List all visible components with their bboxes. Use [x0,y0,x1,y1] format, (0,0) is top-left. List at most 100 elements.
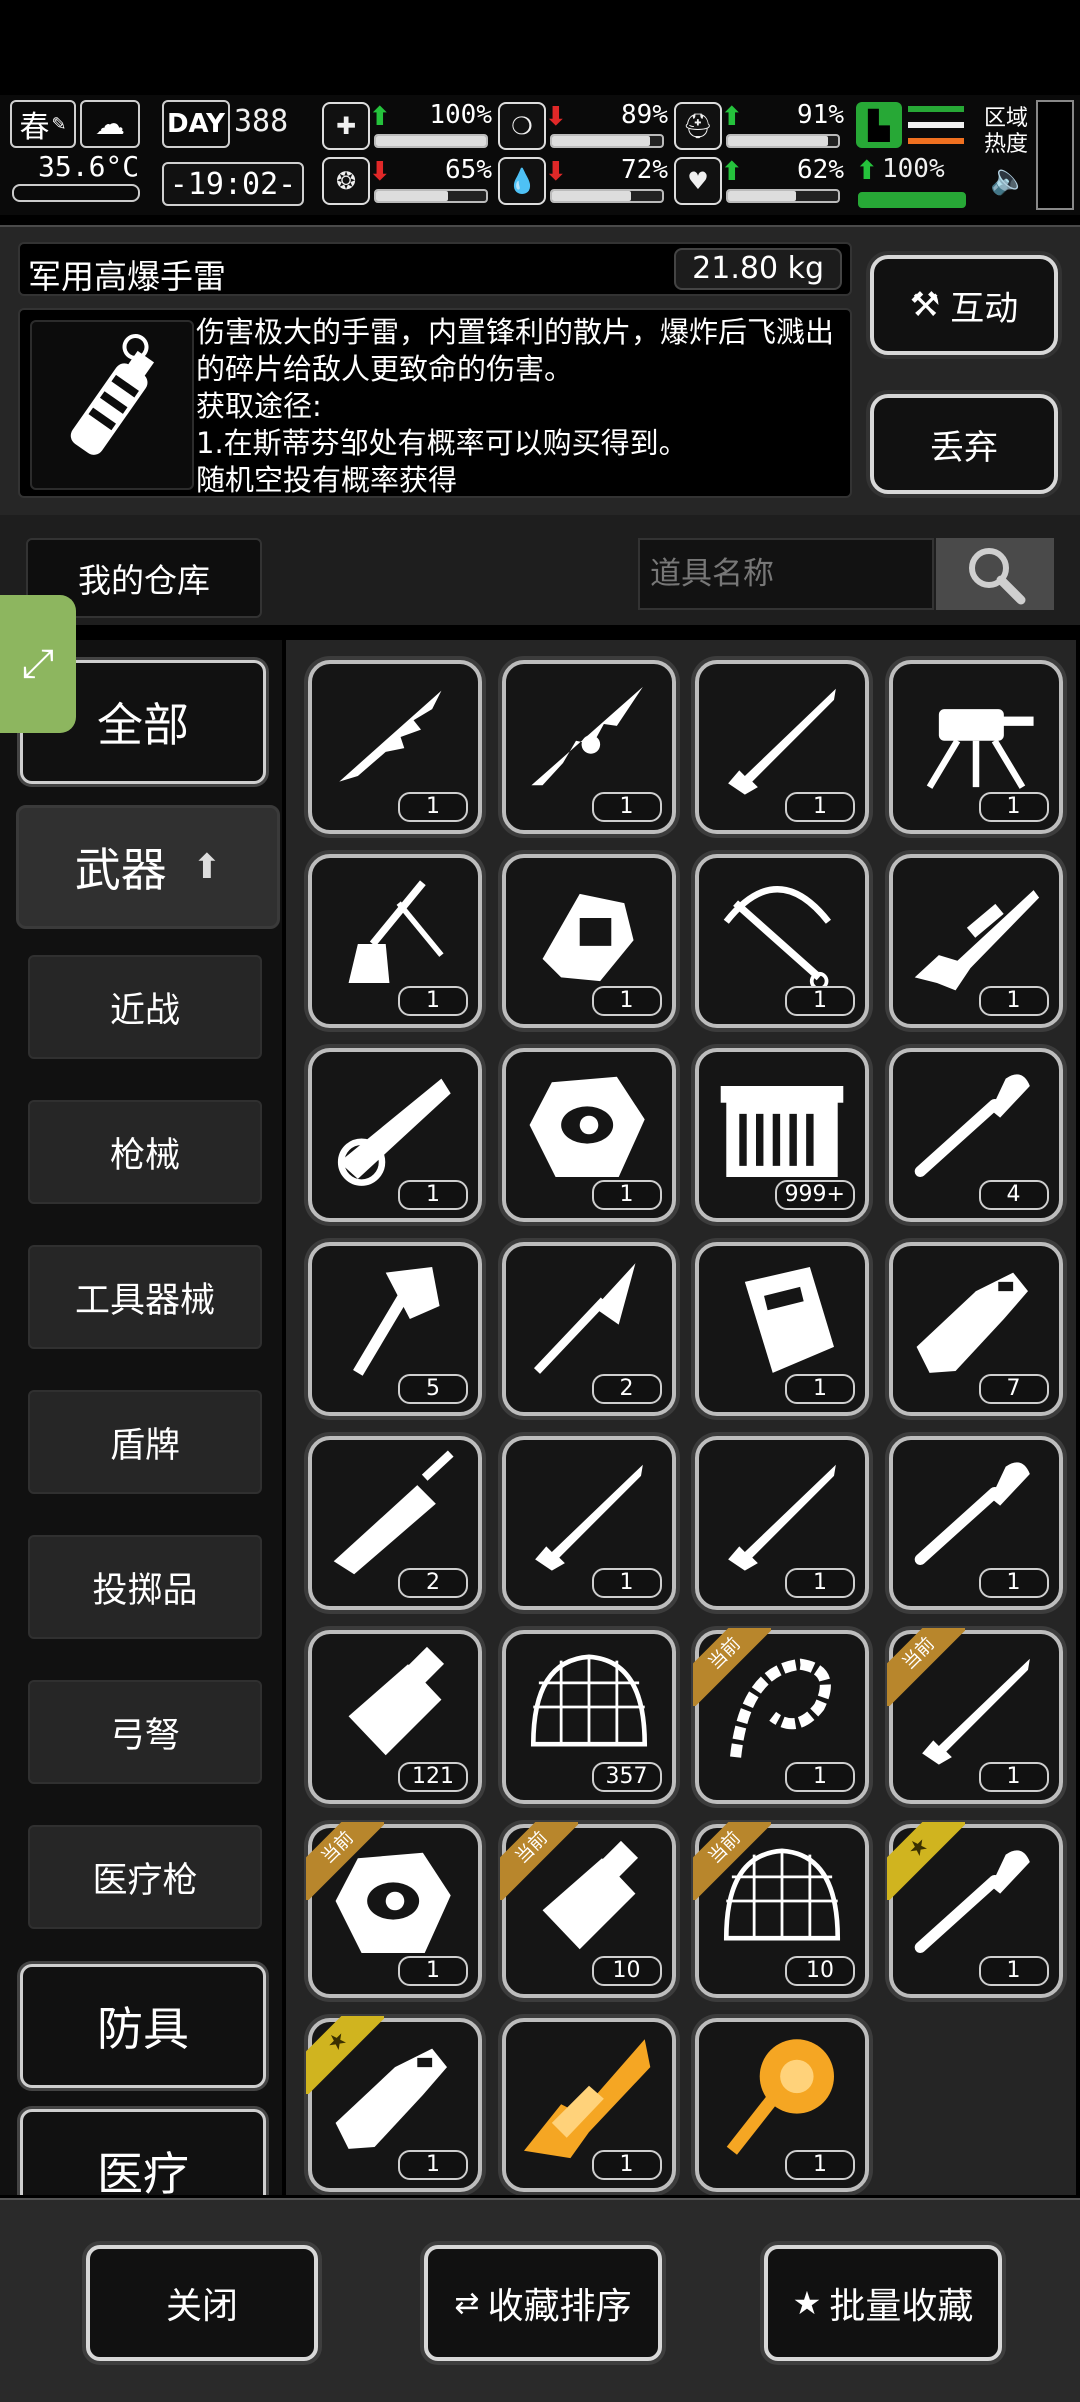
arrow-up-icon: ⬆ [192,847,222,887]
inventory-slot[interactable]: 1 [695,1242,869,1416]
region-heat-label: 区域 热度 [984,106,1029,157]
inventory-slot[interactable]: 1 [695,1436,869,1610]
item-count: 1 [978,1762,1049,1792]
sort-favorites-button[interactable]: ⇄ 收藏排序 [424,2245,662,2361]
category-sub-0[interactable]: 近战 [28,955,262,1059]
interact-button[interactable]: ⚒ 互动 [870,255,1058,355]
weather-cloud-icon: ☁ [80,100,140,148]
inventory-slot[interactable]: 1 [695,660,869,834]
inventory-slot[interactable]: 1 [501,1436,676,1610]
inventory-slot[interactable]: 5 [308,1242,482,1416]
discard-button[interactable]: 丢弃 [870,394,1058,494]
inventory-slot[interactable]: 1 当前 [306,1822,482,1998]
inventory-slot[interactable]: 1 ★ [306,2016,482,2192]
close-button[interactable]: 关闭 [86,2245,318,2361]
stamina-bar-fill [860,194,964,206]
item-description: 伤害极大的手雷，内置锋利的散片，爆炸后飞溅出的碎片给敌人更致命的伤害。 获取途径… [196,315,835,497]
star-icon: ★ [306,2016,384,2094]
inventory-slot[interactable]: 1 [501,2018,676,2192]
item-count: 999+ [774,1180,855,1210]
broad-sword-icon [333,1450,454,1575]
inventory-slot[interactable]: 1 [308,854,482,1028]
category-sub-3[interactable]: 盾牌 [28,1390,262,1494]
item-count: 1 [591,792,662,822]
category-sub-4[interactable]: 投掷品 [28,1535,262,1639]
category-sub-5[interactable]: 弓弩 [28,1680,262,1784]
item-count: 1 [398,2150,468,2180]
inventory-slot[interactable]: 1 当前 [886,1628,1063,1804]
heart-icon: ♥ [674,157,722,205]
inventory-slot[interactable]: 1 [888,1436,1063,1610]
inventory-slot[interactable]: 1 [501,854,676,1028]
item-count: 1 [978,986,1049,1016]
boot-icon: ▙ [856,102,902,148]
current-ribbon: 当前 [306,1822,384,1900]
inventory-slot[interactable]: 1 [308,1048,482,1222]
batch-favorite-button[interactable]: ★ 批量收藏 [764,2245,1002,2361]
item-count: 1 [785,1568,855,1598]
inventory-slot[interactable]: 357 [501,1630,676,1804]
inventory-slot[interactable]: 10 当前 [693,1822,869,1998]
inventory-slot[interactable]: 121 [308,1630,482,1804]
stat-mind: ❂ ⬇ 65% [322,155,492,205]
item-count: 1 [785,2150,855,2180]
category-sub-2[interactable]: 工具器械 [28,1245,262,1349]
inventory-slot[interactable]: 1 [695,854,869,1028]
guitar-axe-icon [348,880,444,983]
day-number: 388 [234,104,289,139]
riot-shield-icon [744,1267,834,1373]
search-input[interactable] [638,538,934,610]
eye-shield-icon [529,1076,645,1177]
stat-value: 100% [429,100,492,130]
item-count: 1 [785,792,855,822]
crossbow-icon [723,886,831,991]
category-sub-6[interactable]: 医疗枪 [28,1825,262,1929]
inventory-slot[interactable]: 1 [695,2018,869,2192]
category-sub-1[interactable]: 枪械 [28,1100,262,1204]
batch-favorite-label: 批量收藏 [829,2286,974,2327]
category-medical[interactable]: 医疗 [20,2109,266,2195]
inventory-slot[interactable]: 1 ★ [886,1822,1063,1998]
inventory-slot[interactable]: 999+ [695,1048,869,1222]
inventory-slot[interactable]: 4 [888,1048,1063,1222]
inventory-slot[interactable]: 1 [888,660,1063,834]
speaker-icon[interactable]: 🔈 [990,162,1027,197]
chainsaw-icon [337,1078,451,1186]
inventory-slot[interactable]: 10 当前 [499,1822,676,1998]
inventory-slot[interactable]: 2 [501,1242,676,1416]
inventory-slot[interactable]: 1 [501,1048,676,1222]
item-count: 5 [398,1374,468,1404]
category-armor[interactable]: 防具 [20,1964,266,2088]
stat-bar [374,189,488,203]
stat-value: 89% [621,100,668,130]
inventory-slot[interactable]: 2 [308,1436,482,1610]
current-ribbon: 当前 [693,1822,771,1900]
inventory-slot[interactable]: 7 [888,1242,1063,1416]
item-name-bar: 军用高爆手雷 21.80 kg [18,242,852,296]
inventory-slot[interactable]: 1 当前 [693,1628,869,1804]
item-count: 1 [785,1374,855,1404]
inventory-slot[interactable]: 1 [501,660,676,834]
inventory-slot[interactable]: 1 [308,660,482,834]
stat-defense: ⛑ ⬆ 91% [674,100,844,150]
inventory-slot[interactable]: 1 [888,854,1063,1028]
interact-label: 互动 [950,288,1019,329]
stat-bar [374,134,488,148]
expand-toggle[interactable]: ⤢ [0,595,76,733]
ornate-spear-icon [530,686,643,786]
search-button[interactable] [936,538,1054,610]
stat-bar-fill [552,191,632,201]
sort-favorites-label: 收藏排序 [487,2286,632,2327]
item-count: 1 [978,792,1049,822]
item-name: 军用高爆手雷 [28,257,226,296]
throwing-bottle-icon [348,1646,445,1756]
sort-arrows-icon: ⇄ [454,2285,480,2321]
item-count: 4 [978,1180,1049,1210]
cleaver-icon [916,1272,1028,1373]
katana-icon [728,1464,836,1571]
category-weapons[interactable]: 武器 ⬆ [16,805,280,929]
current-ribbon-label: 当前 [306,1822,384,1900]
shovel-icon [914,1462,1030,1565]
item-count: 1 [398,792,468,822]
favorite-star-ribbon: ★ [306,2016,384,2094]
